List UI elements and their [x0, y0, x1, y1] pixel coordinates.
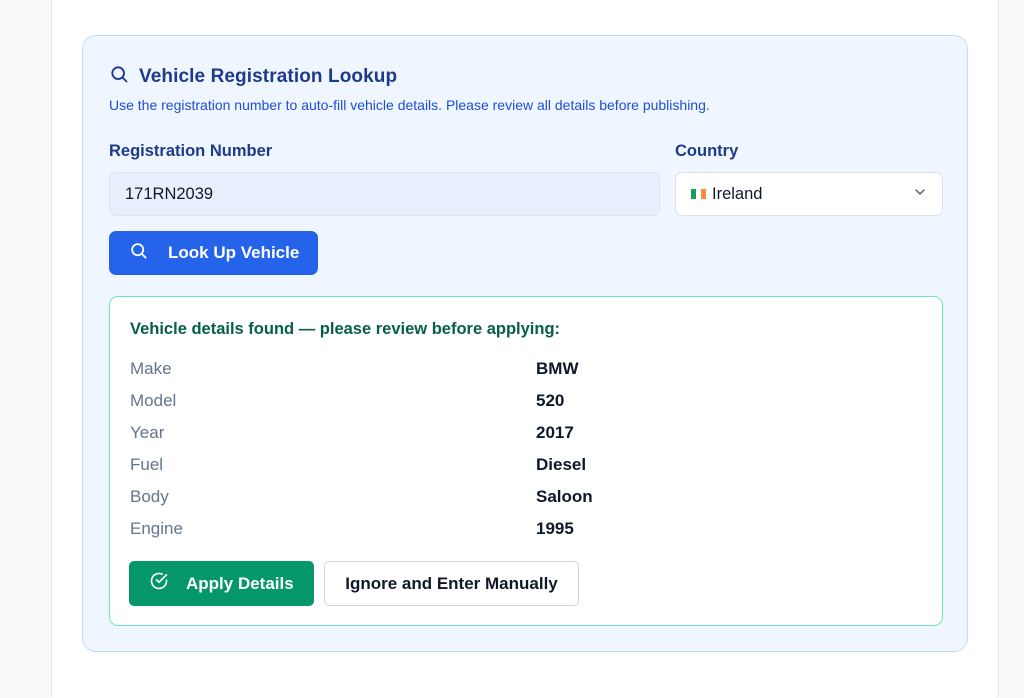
detail-label: Model [130, 391, 177, 410]
country-label: Country [675, 142, 739, 160]
search-icon [109, 64, 129, 89]
vehicle-lookup-panel: Vehicle Registration Lookup Use the regi… [82, 35, 968, 652]
detail-value: Saloon [536, 487, 593, 506]
detail-label: Body [130, 487, 169, 506]
ireland-flag-icon [691, 189, 706, 199]
look-up-vehicle-label: Look Up Vehicle [168, 243, 300, 262]
panel-title: Vehicle Registration Lookup [139, 65, 398, 87]
detail-label: Fuel [130, 455, 164, 474]
look-up-vehicle-button[interactable]: Look Up Vehicle [109, 231, 318, 275]
detail-value: 520 [536, 391, 565, 410]
panel-header: Vehicle Registration Lookup [109, 64, 397, 89]
registration-number-input[interactable] [109, 172, 660, 216]
detail-value: Diesel [536, 455, 587, 474]
detail-row-fuel: Fuel Diesel [130, 455, 920, 479]
detail-row-make: Make BMW [130, 359, 920, 383]
detail-row-model: Model 520 [130, 391, 920, 415]
detail-row-body: Body Saloon [130, 487, 920, 511]
apply-details-button[interactable]: Apply Details [129, 561, 314, 606]
detail-value: BMW [536, 359, 579, 378]
check-circle-icon [149, 571, 169, 596]
detail-value: 1995 [536, 519, 574, 538]
detail-row-year: Year 2017 [130, 423, 920, 447]
panel-subtitle: Use the registration number to auto-fill… [109, 97, 710, 113]
vehicle-details-result: Vehicle details found — please review be… [109, 296, 943, 626]
chevron-down-icon [912, 184, 928, 205]
detail-label: Year [130, 423, 165, 442]
detail-row-engine: Engine 1995 [130, 519, 920, 543]
detail-label: Make [130, 359, 172, 378]
detail-label: Engine [130, 519, 183, 538]
registration-number-label: Registration Number [109, 142, 273, 160]
ignore-and-enter-manually-button[interactable]: Ignore and Enter Manually [324, 561, 579, 606]
country-selected-value: Ireland [712, 184, 763, 203]
search-icon [129, 241, 148, 265]
apply-details-label: Apply Details [186, 573, 294, 593]
country-select[interactable]: Ireland [675, 172, 943, 216]
result-heading: Vehicle details found — please review be… [130, 320, 561, 338]
detail-value: 2017 [536, 423, 574, 442]
